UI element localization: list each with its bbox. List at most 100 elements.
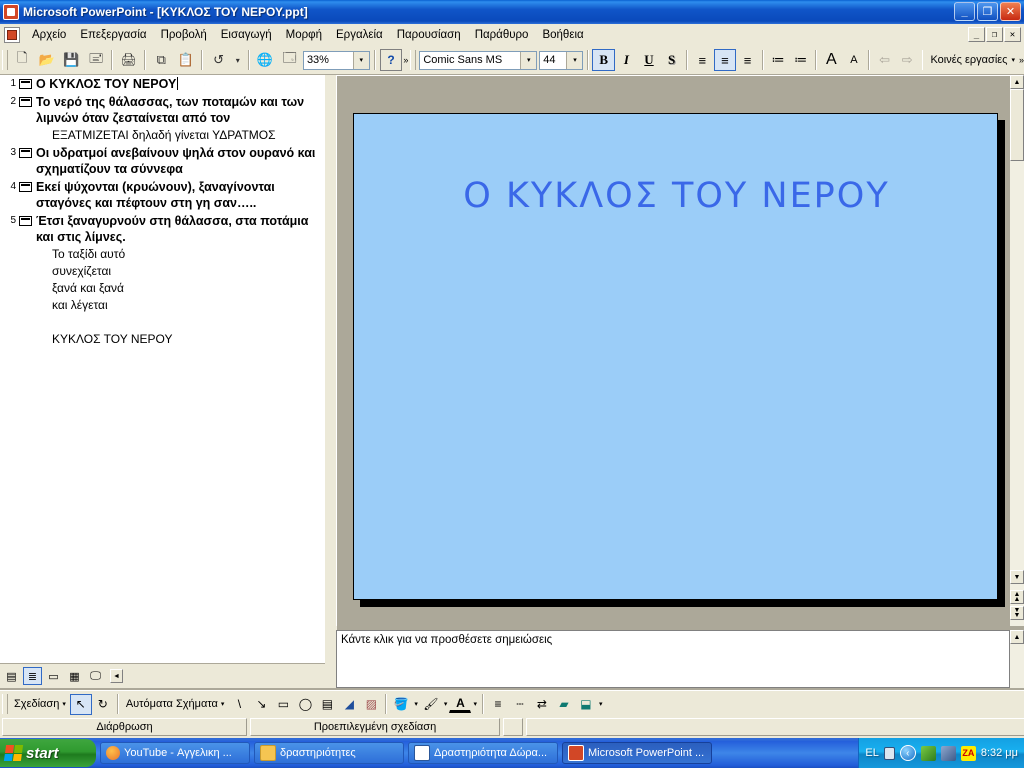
- normal-view-button[interactable]: ▤: [2, 667, 21, 685]
- menu-item-edit[interactable]: Επεξεργασία: [73, 26, 153, 44]
- close-button[interactable]: ✕: [1000, 2, 1021, 21]
- notes-scrollbar[interactable]: ▲: [1010, 630, 1024, 688]
- copy-button[interactable]: ⧉: [150, 49, 173, 71]
- slide-canvas[interactable]: Ο ΚΥΚΛΟΣ ΤΟΥ ΝΕΡΟΥ: [353, 113, 998, 600]
- taskbar-item-activities-folder[interactable]: δραστηριότητες: [254, 742, 404, 764]
- decrease-font-size-button[interactable]: A: [843, 49, 866, 71]
- wordart-button[interactable]: ◢: [338, 694, 360, 715]
- menu-item-file[interactable]: Αρχείο: [25, 26, 73, 44]
- slide-icon[interactable]: [19, 216, 32, 226]
- promote-button[interactable]: ⇦: [873, 49, 896, 71]
- save-button[interactable]: 💾: [60, 49, 83, 71]
- language-indicator[interactable]: EL: [865, 747, 878, 759]
- outline-slide-title[interactable]: Έτσι ξαναγυρνούν στη θάλασσα, στα ποτάμι…: [36, 213, 325, 245]
- italic-button[interactable]: I: [615, 49, 638, 71]
- notes-pane[interactable]: Κάντε κλικ για να προσθέσετε σημειώσεις: [336, 630, 1010, 688]
- outline-bullet[interactable]: και λέγεται: [0, 297, 325, 314]
- fill-color-button[interactable]: 🪣: [390, 694, 412, 715]
- clock[interactable]: 8:32 μμ: [981, 747, 1018, 759]
- outline-slide-title[interactable]: Οι υδρατμοί ανεβαίνουν ψηλά στον ουρανό …: [36, 145, 325, 177]
- chevron-down-icon[interactable]: ▾: [566, 51, 583, 69]
- outline-bullet[interactable]: συνεχίζεται: [0, 263, 325, 280]
- demote-button[interactable]: ⇨: [896, 49, 919, 71]
- undo-button[interactable]: ↺: [207, 49, 230, 71]
- outline-slide-row[interactable]: 3 Οι υδρατμοί ανεβαίνουν ψηλά στον ουραν…: [0, 144, 325, 178]
- text-shadow-button[interactable]: S: [660, 49, 683, 71]
- menu-item-format[interactable]: Μορφή: [279, 26, 329, 44]
- menu-item-tools[interactable]: Εργαλεία: [329, 26, 390, 44]
- new-button[interactable]: 🗋: [11, 49, 34, 71]
- line-color-button[interactable]: 🖌: [420, 694, 442, 715]
- scrollbar-thumb[interactable]: [1010, 89, 1024, 161]
- undo-dropdown-icon[interactable]: ▾: [232, 49, 244, 71]
- menu-item-insert[interactable]: Εισαγωγή: [214, 26, 279, 44]
- slide-show-button[interactable]: 🖵: [86, 667, 105, 685]
- font-color-button[interactable]: A: [449, 695, 472, 713]
- scroll-up-button[interactable]: ▲: [1010, 75, 1024, 89]
- taskbar-item-youtube[interactable]: YouTube - Αγγελικη ...: [100, 742, 250, 764]
- next-slide-button[interactable]: ▼ ▼: [1010, 606, 1024, 620]
- textbox-tool-button[interactable]: ▤: [316, 694, 338, 715]
- free-rotate-button[interactable]: ↻: [92, 694, 114, 715]
- outline-bullet[interactable]: ΚΥΚΛΟΣ ΤΟΥ ΝΕΡΟΥ: [0, 331, 325, 348]
- toolbar-grip[interactable]: [2, 694, 8, 714]
- chevron-down-icon[interactable]: ▾: [352, 51, 369, 69]
- rectangle-tool-button[interactable]: ▭: [272, 694, 294, 715]
- mail-button[interactable]: 🖃: [85, 49, 108, 71]
- zonealarm-icon[interactable]: ZA: [960, 745, 976, 761]
- slide-view-button[interactable]: ▭: [44, 667, 63, 685]
- slide-icon[interactable]: [19, 148, 32, 158]
- mdi-close-button[interactable]: ✕: [1004, 27, 1021, 42]
- toolbar-grip[interactable]: [410, 50, 417, 70]
- slide-sorter-view-button[interactable]: ▦: [65, 667, 84, 685]
- notes-scroll-up-button[interactable]: ▲: [1010, 630, 1024, 644]
- taskbar-item-powerpoint[interactable]: Microsoft PowerPoint ...: [562, 742, 712, 764]
- line-color-dropdown-icon[interactable]: ▾: [442, 700, 450, 708]
- shadow-style-button[interactable]: ▰: [553, 694, 575, 715]
- maximize-button[interactable]: ❐: [977, 2, 998, 21]
- font-name-combo[interactable]: Comic Sans MS ▾: [419, 50, 538, 70]
- three-d-dropdown-icon[interactable]: ▾: [597, 700, 605, 708]
- sound-icon[interactable]: [920, 745, 936, 761]
- align-center-button[interactable]: ≡: [713, 49, 737, 71]
- paste-button[interactable]: 📋: [175, 49, 198, 71]
- bold-button[interactable]: B: [592, 49, 616, 71]
- slide-vertical-scrollbar[interactable]: ▲ ▼ ▲ ▲ ▼ ▼: [1010, 75, 1024, 626]
- mdi-minimize-button[interactable]: _: [968, 27, 985, 42]
- mdi-restore-button[interactable]: ❐: [986, 27, 1003, 42]
- draw-menu-button[interactable]: Σχεδίαση ▾: [10, 698, 70, 710]
- pane-splitter[interactable]: [325, 75, 336, 688]
- line-style-button[interactable]: ≡: [487, 694, 509, 715]
- fill-color-dropdown-icon[interactable]: ▾: [412, 700, 420, 708]
- slide-icon[interactable]: [19, 97, 32, 107]
- outline-bullet[interactable]: ΕΞΑΤΜΙΖΕΤΑΙ δηλαδή γίνεται ΥΔΡΑΤΜΟΣ: [0, 127, 325, 144]
- toolbar-grip[interactable]: [2, 50, 8, 70]
- outline-slide-row[interactable]: 2 Το νερό της θάλασσας, των ποταμών και …: [0, 93, 325, 127]
- taskbar-item-word-document[interactable]: Δραστηριότητα Δώρα...: [408, 742, 558, 764]
- start-button[interactable]: start: [0, 739, 96, 767]
- outline-slide-row[interactable]: 5 Έτσι ξαναγυρνούν στη θάλασσα, στα ποτά…: [0, 212, 325, 246]
- common-tasks-button[interactable]: Κοινές εργασίες ▾: [926, 54, 1019, 66]
- menu-item-help[interactable]: Βοήθεια: [535, 26, 590, 44]
- outline-bullet-empty[interactable]: [0, 314, 325, 331]
- toolbar-overflow-icon[interactable]: »: [403, 56, 408, 65]
- previous-slide-button[interactable]: ▲ ▲: [1010, 590, 1024, 604]
- slide-title-text[interactable]: Ο ΚΥΚΛΟΣ ΤΟΥ ΝΕΡΟΥ: [354, 176, 997, 216]
- toolbar-overflow-icon[interactable]: »: [1019, 56, 1024, 65]
- dash-style-button[interactable]: ┄: [509, 694, 531, 715]
- select-objects-button[interactable]: ↖: [69, 693, 92, 715]
- web-toolbar-button[interactable]: 🌐: [254, 49, 277, 71]
- minimize-button[interactable]: _: [954, 2, 975, 21]
- outline-bullet[interactable]: Το ταξίδι αυτό: [0, 246, 325, 263]
- autoshapes-menu-button[interactable]: Αυτόματα Σχήματα ▾: [122, 698, 229, 710]
- outline-slide-title[interactable]: Ο ΚΥΚΛΟΣ ΤΟΥ ΝΕΡΟΥ: [36, 76, 325, 92]
- chevron-down-icon[interactable]: ▾: [520, 51, 537, 69]
- outline-slide-title[interactable]: Εκεί ψύχονται (κρυώνουν), ξαναγίνονται σ…: [36, 179, 325, 211]
- line-tool-button[interactable]: \: [228, 694, 250, 715]
- bullets-button[interactable]: ≔: [789, 49, 812, 71]
- scroll-down-button[interactable]: ▼: [1010, 570, 1024, 584]
- outline-bullet[interactable]: ξανά και ξανά: [0, 280, 325, 297]
- arrow-style-button[interactable]: ⇄: [531, 694, 553, 715]
- menu-item-window[interactable]: Παράθυρο: [468, 26, 536, 44]
- menu-item-slideshow[interactable]: Παρουσίαση: [390, 26, 468, 44]
